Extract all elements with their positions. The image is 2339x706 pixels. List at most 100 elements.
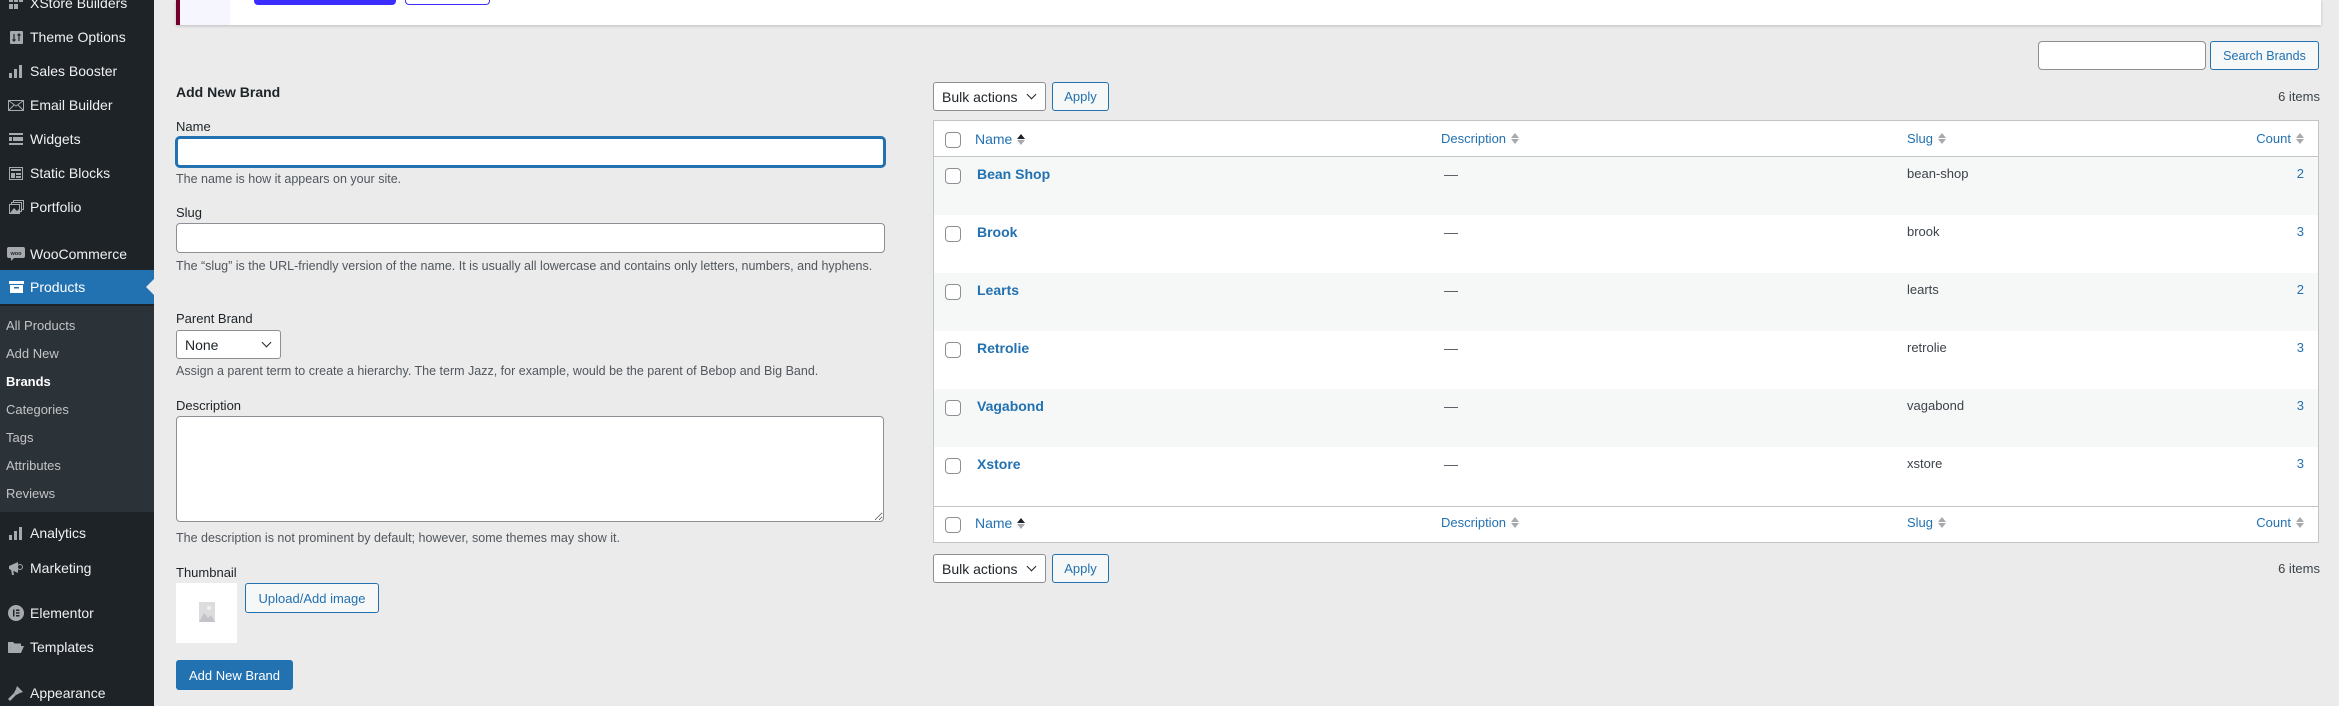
menu-appearance[interactable]: Appearance bbox=[0, 676, 154, 706]
envelope-icon bbox=[0, 99, 30, 111]
slug-help: The “slug” is the URL-friendly version o… bbox=[176, 259, 873, 273]
row-checkbox[interactable] bbox=[945, 458, 961, 474]
brand-count-link[interactable]: 2 bbox=[2297, 282, 2304, 297]
search-brands-button[interactable]: Search Brands bbox=[2210, 41, 2319, 70]
column-count[interactable]: Count bbox=[2256, 131, 2304, 146]
description-textarea[interactable] bbox=[176, 416, 884, 522]
brand-name-link[interactable]: Retrolie bbox=[977, 340, 1029, 356]
select-all-checkbox[interactable] bbox=[945, 132, 961, 148]
portfolio-icon bbox=[0, 200, 30, 214]
column-description-footer[interactable]: Description bbox=[1441, 515, 1520, 530]
widgets-icon bbox=[0, 133, 30, 145]
notice-primary-button[interactable] bbox=[254, 0, 396, 5]
elementor-icon bbox=[0, 605, 30, 621]
brand-name-link[interactable]: Xstore bbox=[977, 456, 1021, 472]
megaphone-icon bbox=[0, 560, 30, 576]
brand-slug: bean-shop bbox=[1907, 166, 1969, 181]
description-help: The description is not prominent by defa… bbox=[176, 531, 620, 545]
menu-static-blocks[interactable]: Static Blocks bbox=[0, 156, 154, 190]
menu-sales-booster[interactable]: Sales Booster bbox=[0, 54, 154, 88]
brand-name-link[interactable]: Learts bbox=[977, 282, 1019, 298]
brand-description: — bbox=[1444, 282, 1458, 298]
menu-xstore-builders[interactable]: XStore Builders bbox=[0, 0, 154, 20]
sort-icon bbox=[2296, 133, 2304, 144]
bar-chart-icon bbox=[0, 526, 30, 540]
row-checkbox[interactable] bbox=[945, 400, 961, 416]
sort-icon bbox=[1511, 517, 1520, 528]
brand-name-link[interactable]: Vagabond bbox=[977, 398, 1044, 414]
column-slug[interactable]: Slug bbox=[1907, 131, 1947, 146]
sort-icon bbox=[1938, 133, 1947, 144]
woo-icon: woo bbox=[0, 247, 30, 261]
name-input[interactable] bbox=[176, 137, 885, 167]
brand-count-link[interactable]: 3 bbox=[2297, 340, 2304, 355]
notice-banner-side bbox=[180, 0, 230, 25]
sort-icon bbox=[1511, 133, 1520, 144]
submenu-categories[interactable]: Categories bbox=[6, 402, 69, 417]
menu-elementor[interactable]: Elementor bbox=[0, 596, 154, 630]
table-row: Retrolie — retrolie 3 bbox=[934, 331, 2318, 389]
add-new-brand-button[interactable]: Add New Brand bbox=[176, 660, 293, 690]
submenu-add-new[interactable]: Add New bbox=[6, 346, 59, 361]
menu-marketing[interactable]: Marketing bbox=[0, 551, 154, 585]
description-label: Description bbox=[176, 398, 242, 413]
items-count-bottom: 6 items bbox=[2278, 561, 2320, 576]
column-slug-footer[interactable]: Slug bbox=[1907, 515, 1947, 530]
submenu-reviews[interactable]: Reviews bbox=[6, 486, 55, 501]
brand-description: — bbox=[1444, 224, 1458, 240]
sort-ascending-icon bbox=[1017, 133, 1026, 145]
parent-brand-label: Parent Brand bbox=[176, 311, 253, 326]
menu-products[interactable]: Products bbox=[0, 270, 154, 304]
sort-icon bbox=[2296, 517, 2304, 528]
admin-sidebar: XStore Builders Theme Options Sales Boos… bbox=[0, 0, 154, 706]
brand-count-link[interactable]: 3 bbox=[2297, 224, 2304, 239]
sort-ascending-icon bbox=[1017, 517, 1026, 529]
menu-portfolio[interactable]: Portfolio bbox=[0, 190, 154, 224]
row-checkbox[interactable] bbox=[945, 342, 961, 358]
brand-description: — bbox=[1444, 456, 1458, 472]
row-checkbox[interactable] bbox=[945, 168, 961, 184]
menu-email-builder[interactable]: Email Builder bbox=[0, 88, 154, 122]
menu-theme-options[interactable]: Theme Options bbox=[0, 20, 154, 54]
brand-description: — bbox=[1444, 398, 1458, 414]
brand-name-link[interactable]: Brook bbox=[977, 224, 1017, 240]
menu-woocommerce[interactable]: woo WooCommerce bbox=[0, 237, 154, 271]
column-count-footer[interactable]: Count bbox=[2256, 515, 2304, 530]
search-brands-input[interactable] bbox=[2038, 41, 2206, 70]
brand-slug: vagabond bbox=[1907, 398, 1965, 413]
table-footer: Name Description Slug Count bbox=[934, 506, 2318, 542]
apply-button-bottom[interactable]: Apply bbox=[1052, 554, 1109, 583]
brand-count-link[interactable]: 2 bbox=[2297, 166, 2304, 181]
table-row: Bean Shop — bean-shop 2 bbox=[934, 157, 2318, 215]
select-all-checkbox-footer[interactable] bbox=[945, 517, 961, 533]
menu-analytics[interactable]: Analytics bbox=[0, 516, 154, 550]
brush-icon bbox=[0, 685, 30, 701]
parent-brand-select[interactable]: None bbox=[176, 330, 281, 359]
slug-input[interactable] bbox=[176, 223, 885, 253]
submenu-brands[interactable]: Brands bbox=[6, 374, 51, 389]
brand-name-link[interactable]: Bean Shop bbox=[977, 166, 1050, 182]
submenu-tags[interactable]: Tags bbox=[6, 430, 33, 445]
brand-count-link[interactable]: 3 bbox=[2297, 398, 2304, 413]
submenu-attributes[interactable]: Attributes bbox=[6, 458, 61, 473]
submenu-all-products[interactable]: All Products bbox=[6, 318, 75, 333]
table-row: Xstore — xstore 3 bbox=[934, 447, 2318, 505]
upload-image-button[interactable]: Upload/Add image bbox=[245, 583, 379, 613]
table-row: Learts — learts 2 bbox=[934, 273, 2318, 331]
row-checkbox[interactable] bbox=[945, 226, 961, 242]
menu-widgets[interactable]: Widgets bbox=[0, 122, 154, 156]
column-name-footer[interactable]: Name bbox=[975, 515, 1026, 531]
bulk-actions-select-top[interactable]: Bulk actions bbox=[933, 82, 1046, 111]
column-name[interactable]: Name bbox=[975, 131, 1026, 147]
bar-chart-icon bbox=[0, 64, 30, 78]
svg-text:woo: woo bbox=[10, 251, 23, 257]
brand-count-link[interactable]: 3 bbox=[2297, 456, 2304, 471]
notice-secondary-button[interactable] bbox=[405, 0, 490, 5]
form-title: Add New Brand bbox=[176, 84, 281, 100]
row-checkbox[interactable] bbox=[945, 284, 961, 300]
column-description[interactable]: Description bbox=[1441, 131, 1520, 146]
apply-button-top[interactable]: Apply bbox=[1052, 82, 1109, 111]
bulk-actions-select-bottom[interactable]: Bulk actions bbox=[933, 554, 1046, 583]
brand-slug: retrolie bbox=[1907, 340, 1947, 355]
menu-templates[interactable]: Templates bbox=[0, 630, 154, 664]
